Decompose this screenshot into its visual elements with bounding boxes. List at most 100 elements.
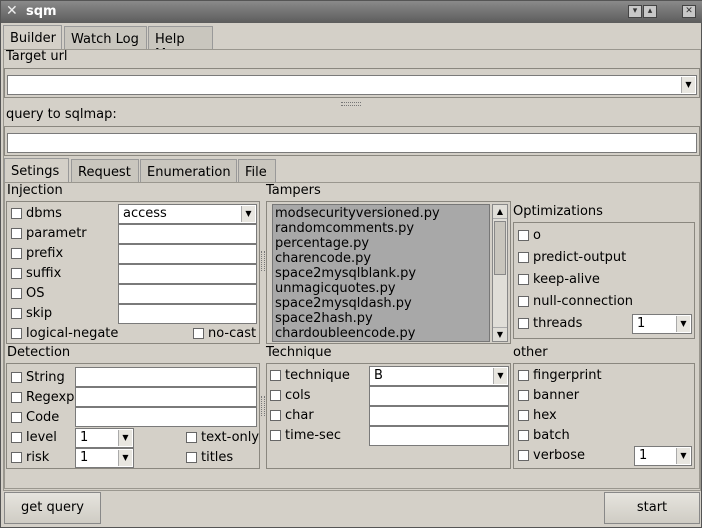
technique-title: Technique	[266, 345, 332, 360]
time-sec-label: time-sec	[285, 428, 341, 443]
cols-checkbox[interactable]	[270, 390, 281, 401]
chevron-down-icon[interactable]: ▼	[118, 430, 132, 446]
null-connection-label: null-connection	[533, 294, 634, 309]
technique-checkbox[interactable]	[270, 370, 281, 381]
verbose-label: verbose	[533, 448, 586, 463]
tab-enumeration[interactable]: Enumeration	[140, 159, 237, 183]
tampers-scrollbar[interactable]: ▲ ▼	[492, 204, 508, 342]
os-input[interactable]	[118, 284, 257, 304]
splitter-handle[interactable]	[261, 396, 265, 416]
list-item[interactable]: space2mysqlblank.py	[273, 266, 489, 281]
regexp-input[interactable]	[75, 387, 257, 407]
target-url-input[interactable]: ▼	[7, 75, 697, 95]
chevron-down-icon[interactable]: ▼	[493, 327, 507, 341]
predict-output-label: predict-output	[533, 250, 627, 265]
chevron-down-icon[interactable]: ▼	[241, 206, 255, 222]
title-bar[interactable]: ✕ sqm ▾ ▴ ✕	[1, 1, 702, 23]
verbose-checkbox[interactable]	[518, 450, 529, 461]
risk-label: risk	[26, 450, 50, 465]
query-field[interactable]	[7, 133, 697, 153]
sqm-logo-icon: ✕	[6, 3, 18, 19]
string-input[interactable]	[75, 367, 257, 387]
tab-watch-log[interactable]: Watch Log	[64, 26, 147, 50]
suffix-input[interactable]	[118, 264, 257, 284]
dbms-select[interactable]: access ▼	[118, 204, 257, 224]
suffix-label: suffix	[26, 266, 62, 281]
code-label: Code	[26, 410, 60, 425]
skip-checkbox[interactable]	[11, 308, 22, 319]
cols-input[interactable]	[369, 386, 509, 406]
code-checkbox[interactable]	[11, 412, 22, 423]
list-item[interactable]: randomcomments.py	[273, 221, 489, 236]
tab-setings[interactable]: Setings	[4, 158, 69, 184]
maximize-icon[interactable]: ▴	[643, 5, 657, 18]
parametr-label: parametr	[26, 226, 87, 241]
list-item[interactable]: space2hash.py	[273, 311, 489, 326]
chevron-up-icon[interactable]: ▲	[493, 205, 507, 219]
keep-alive-checkbox[interactable]	[518, 274, 529, 285]
time-sec-input[interactable]	[369, 426, 509, 446]
chevron-down-icon[interactable]: ▼	[493, 368, 507, 384]
list-item[interactable]: chardoubleencode.py	[273, 326, 489, 341]
scrollbar-thumb[interactable]	[494, 221, 506, 275]
chevron-down-icon[interactable]: ▼	[118, 450, 132, 466]
target-url-label: Target url	[6, 49, 68, 64]
list-item[interactable]: unmagicquotes.py	[273, 281, 489, 296]
start-button[interactable]: start	[604, 492, 700, 524]
list-item[interactable]: percentage.py	[273, 236, 489, 251]
tab-file[interactable]: File	[238, 159, 276, 183]
string-checkbox[interactable]	[11, 372, 22, 383]
window-title: sqm	[26, 4, 57, 19]
batch-checkbox[interactable]	[518, 430, 529, 441]
tab-request[interactable]: Request	[71, 159, 139, 183]
threads-checkbox[interactable]	[518, 318, 529, 329]
banner-checkbox[interactable]	[518, 390, 529, 401]
os-checkbox[interactable]	[11, 288, 22, 299]
tab-help-me[interactable]: Help Me	[148, 26, 213, 62]
verbose-select[interactable]: 1 ▼	[634, 446, 692, 466]
chevron-down-icon[interactable]: ▼	[676, 448, 690, 464]
char-checkbox[interactable]	[270, 410, 281, 421]
level-checkbox[interactable]	[11, 432, 22, 443]
predict-output-checkbox[interactable]	[518, 252, 529, 263]
close-icon[interactable]: ✕	[682, 5, 696, 18]
fingerprint-checkbox[interactable]	[518, 370, 529, 381]
null-connection-checkbox[interactable]	[518, 296, 529, 307]
dbms-checkbox[interactable]	[11, 208, 22, 219]
regexp-checkbox[interactable]	[11, 392, 22, 403]
suffix-checkbox[interactable]	[11, 268, 22, 279]
chevron-down-icon[interactable]: ▼	[676, 316, 690, 332]
skip-input[interactable]	[118, 304, 257, 324]
prefix-checkbox[interactable]	[11, 248, 22, 259]
fingerprint-label: fingerprint	[533, 368, 602, 383]
level-select[interactable]: 1 ▼	[75, 428, 134, 448]
time-sec-checkbox[interactable]	[270, 430, 281, 441]
parametr-input[interactable]	[118, 224, 257, 244]
hex-checkbox[interactable]	[518, 410, 529, 421]
get-query-button[interactable]: get query	[4, 492, 101, 524]
list-item[interactable]: modsecurityversioned.py	[273, 206, 489, 221]
chevron-down-icon[interactable]: ▼	[681, 77, 695, 93]
text-only-checkbox[interactable]	[186, 432, 197, 443]
list-item[interactable]: space2mysqldash.py	[273, 296, 489, 311]
titles-label: titles	[201, 450, 234, 465]
minimize-icon[interactable]: ▾	[628, 5, 642, 18]
titles-checkbox[interactable]	[186, 452, 197, 463]
threads-select[interactable]: 1 ▼	[632, 314, 692, 334]
o-checkbox[interactable]	[518, 230, 529, 241]
tab-builder[interactable]: Builder	[3, 25, 62, 51]
logical-negate-checkbox[interactable]	[11, 328, 22, 339]
list-item[interactable]: charencode.py	[273, 251, 489, 266]
parametr-checkbox[interactable]	[11, 228, 22, 239]
technique-select[interactable]: B ▼	[369, 366, 509, 386]
splitter-handle[interactable]	[341, 102, 361, 106]
tampers-list[interactable]: modsecurityversioned.py randomcomments.p…	[272, 204, 490, 342]
no-cast-checkbox[interactable]	[193, 328, 204, 339]
splitter-handle[interactable]	[261, 251, 265, 271]
code-input[interactable]	[75, 407, 257, 427]
risk-select[interactable]: 1 ▼	[75, 448, 134, 468]
risk-checkbox[interactable]	[11, 452, 22, 463]
regexp-label: Regexp	[26, 390, 75, 405]
char-input[interactable]	[369, 406, 509, 426]
prefix-input[interactable]	[118, 244, 257, 264]
